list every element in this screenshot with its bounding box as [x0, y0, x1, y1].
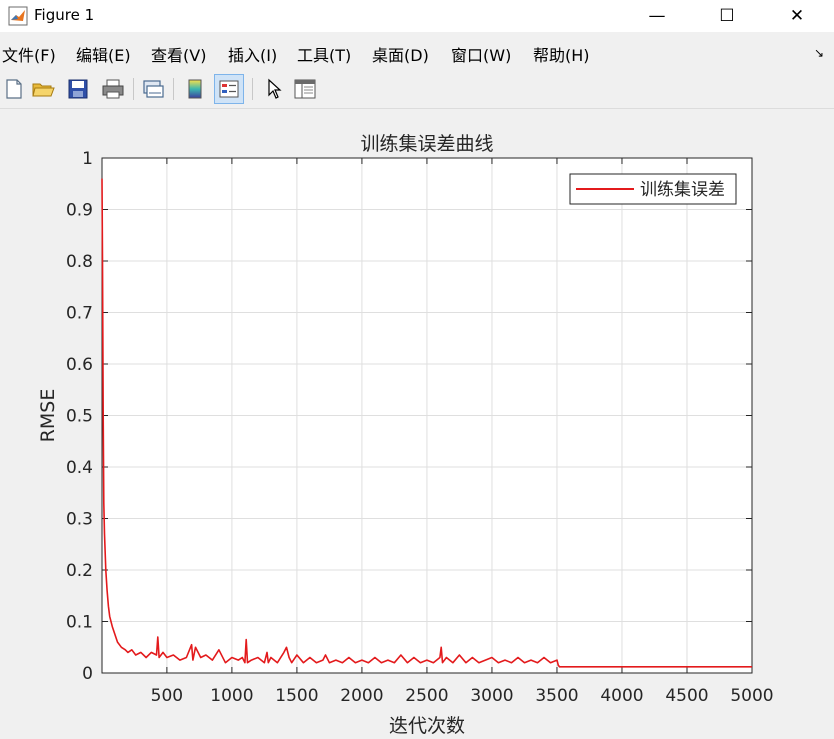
y-tick-label: 0.1 [66, 613, 93, 633]
legend-entry: 训练集误差 [640, 180, 725, 200]
y-tick-label: 0.3 [66, 510, 93, 530]
menu-file[interactable]: 文件(F) [2, 42, 56, 66]
y-tick-label: 1 [82, 149, 93, 169]
legend-icon [219, 80, 239, 98]
x-tick-label: 2000 [340, 686, 383, 706]
legend-button[interactable] [214, 74, 244, 104]
maximize-icon: ☐ [719, 6, 735, 26]
link-plot-button[interactable] [139, 75, 167, 103]
x-tick-label: 2500 [405, 686, 448, 706]
matlab-icon [8, 6, 28, 26]
menu-tools[interactable]: 工具(T) [297, 42, 351, 66]
colorbar-button[interactable] [181, 75, 209, 103]
save-icon [68, 79, 88, 99]
menu-help[interactable]: 帮助(H) [533, 42, 590, 66]
menu-edit[interactable]: 编辑(E) [76, 42, 131, 66]
toolbar [0, 70, 834, 109]
new-figure-button[interactable] [0, 75, 28, 103]
menu-overflow-icon[interactable]: ↘ [814, 46, 824, 60]
x-tick-label: 1500 [275, 686, 318, 706]
link-plot-icon [143, 80, 164, 98]
window-title: Figure 1 [34, 6, 95, 24]
y-tick-label: 0.8 [66, 252, 93, 272]
y-tick-label: 0.2 [66, 561, 93, 581]
menu-view[interactable]: 查看(V) [151, 42, 206, 66]
menu-bar: 文件(F) 编辑(E) 查看(V) 插入(I) 工具(T) 桌面(D) 窗口(W… [0, 37, 834, 67]
x-tick-label: 5000 [730, 686, 773, 706]
x-tick-label: 1000 [210, 686, 253, 706]
x-tick-label: 500 [151, 686, 183, 706]
property-inspector-icon [294, 79, 316, 99]
chart-title: 训练集误差曲线 [360, 133, 493, 155]
toolbar-separator [252, 78, 253, 100]
colorbar-icon [188, 79, 202, 99]
print-button[interactable] [99, 75, 127, 103]
close-icon: ✕ [789, 6, 805, 26]
property-inspector-button[interactable] [291, 75, 319, 103]
menu-window[interactable]: 窗口(W) [451, 42, 511, 66]
y-tick-label: 0.9 [66, 201, 93, 221]
x-tick-label: 4500 [665, 686, 708, 706]
minimize-button[interactable]: — [622, 0, 692, 32]
new-figure-icon [6, 79, 22, 99]
title-bar: Figure 1 — ☐ ✕ [0, 0, 834, 32]
open-file-icon [32, 83, 55, 97]
menu-desktop[interactable]: 桌面(D) [372, 42, 429, 66]
y-tick-label: 0.6 [66, 355, 93, 375]
toolbar-separator [173, 78, 174, 100]
open-file-button[interactable] [29, 75, 57, 103]
pointer-icon [268, 78, 282, 99]
x-tick-label: 3500 [535, 686, 578, 706]
y-tick-label: 0.7 [66, 304, 93, 324]
save-button[interactable] [64, 75, 92, 103]
y-tick-label: 0.5 [66, 407, 93, 427]
close-button[interactable]: ✕ [762, 0, 832, 32]
chart[interactable]: 500 1000 1500 2000 2500 3000 3500 4000 4500 5000 0… [0, 109, 834, 739]
x-tick-label: 3000 [470, 686, 513, 706]
x-tick-label: 4000 [600, 686, 643, 706]
y-tick-label: 0 [82, 664, 93, 684]
maximize-button[interactable]: ☐ [692, 0, 762, 32]
pointer-button[interactable] [260, 75, 288, 103]
y-tick-label: 0.4 [66, 458, 93, 478]
toolbar-separator [133, 78, 134, 100]
menu-insert[interactable]: 插入(I) [228, 42, 277, 66]
y-axis-label: RMSE [37, 389, 59, 443]
x-axis-label: 迭代次数 [389, 715, 465, 737]
print-icon [102, 79, 124, 99]
minimize-icon: — [648, 6, 666, 26]
